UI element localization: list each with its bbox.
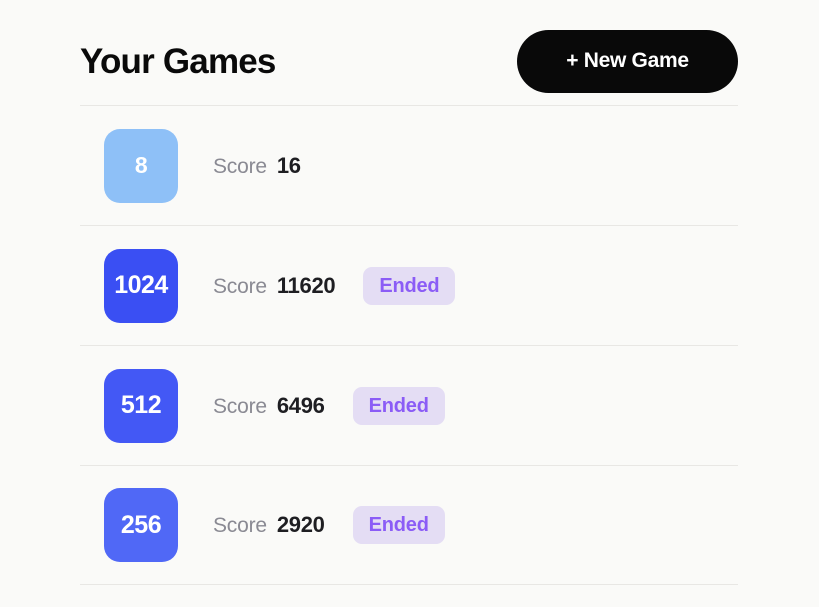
score-label: Score bbox=[213, 274, 267, 298]
page-title: Your Games bbox=[80, 41, 276, 81]
page-header: Your Games + New Game bbox=[80, 22, 738, 100]
score-label: Score bbox=[213, 514, 267, 537]
status-badge: Ended bbox=[352, 506, 445, 544]
game-row[interactable]: 512 Score 6496 Ended bbox=[80, 345, 738, 465]
game-tile: 256 bbox=[104, 488, 178, 562]
score-group: Score 16 bbox=[213, 153, 301, 179]
score-group: Score 6496 bbox=[213, 393, 325, 419]
status-badge: Ended bbox=[352, 386, 445, 425]
game-row[interactable]: 1024 Score 11620 Ended bbox=[80, 225, 738, 345]
games-list: 8 Score 16 1024 Score 11620 Ended 512 Sc… bbox=[80, 105, 738, 585]
game-tile: 512 bbox=[104, 368, 178, 443]
games-page: Your Games + New Game 8 Score 16 1024 Sc… bbox=[0, 0, 819, 607]
score-label: Score bbox=[213, 154, 267, 178]
score-value: 2920 bbox=[276, 512, 325, 537]
game-tile: 8 bbox=[104, 128, 178, 203]
score-value: 11620 bbox=[276, 272, 336, 298]
game-tile: 1024 bbox=[104, 248, 178, 323]
score-value: 6496 bbox=[276, 392, 325, 418]
game-row[interactable]: 8 Score 16 bbox=[80, 105, 738, 225]
score-label: Score bbox=[213, 394, 267, 418]
game-row[interactable]: 256 Score 2920 Ended bbox=[80, 465, 738, 585]
score-group: Score 11620 bbox=[213, 272, 336, 299]
score-group: Score 2920 bbox=[213, 512, 325, 538]
new-game-button[interactable]: + New Game bbox=[517, 29, 738, 93]
score-value: 16 bbox=[276, 152, 301, 178]
status-badge: Ended bbox=[363, 266, 456, 305]
